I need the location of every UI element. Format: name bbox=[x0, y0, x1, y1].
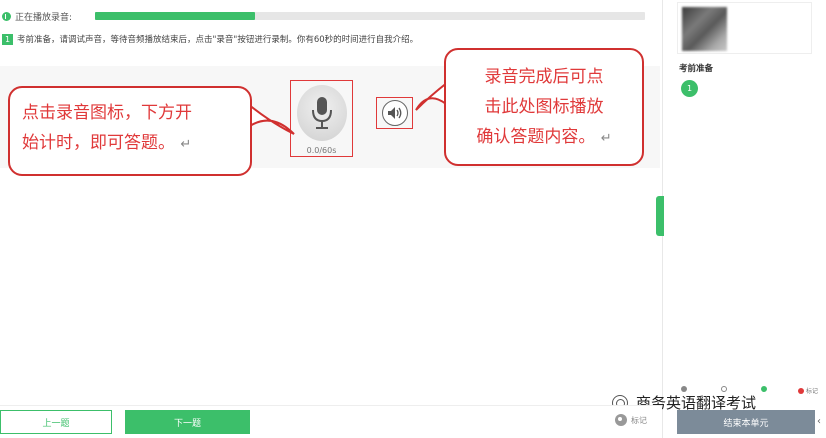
end-unit-button[interactable]: 结束本单元 bbox=[677, 410, 815, 434]
previous-question-button[interactable]: 上一题 bbox=[0, 410, 112, 434]
playback-status: 正在播放录音: bbox=[0, 9, 72, 23]
avatar bbox=[682, 7, 727, 51]
playback-progress-fill bbox=[95, 12, 255, 20]
callout-left-line2: 始计时，即可答题。 bbox=[22, 133, 175, 153]
recording-timer: 0.0/60s bbox=[306, 146, 337, 155]
callout-right-tail bbox=[415, 81, 448, 111]
play-status-icon bbox=[2, 11, 11, 21]
question-instruction: 1 考前准备，请调试声音，等待音频播放结束后，点击"录音"按钮进行录制。你有60… bbox=[2, 33, 418, 45]
playback-progress-bar bbox=[95, 12, 645, 20]
microphone-icon[interactable] bbox=[297, 85, 347, 141]
callout-left-tail bbox=[248, 103, 295, 135]
playback-hint-callout: 录音完成后可点 击此处图标播放 确认答题内容。 ↵ bbox=[444, 48, 644, 166]
mark-label: 标记 bbox=[631, 415, 647, 425]
instruction-text: 考前准备，请调试声音，等待音频播放结束后，点击"录音"按钮进行录制。你有60秒的… bbox=[17, 35, 419, 45]
panel-toggle-handle[interactable] bbox=[656, 196, 664, 236]
callout-right-line2: 击此处图标播放 bbox=[484, 97, 604, 117]
record-button[interactable]: 0.0/60s bbox=[290, 80, 353, 157]
legend-dot-icon bbox=[798, 387, 804, 394]
callout-left-line1: 点击录音图标，下方开 bbox=[22, 103, 192, 123]
section-title: 考前准备 bbox=[679, 64, 714, 74]
legend-marked: 标记 bbox=[798, 386, 818, 395]
return-mark: ↵ bbox=[600, 131, 612, 146]
callout-right-line1: 录音完成后可点 bbox=[484, 67, 604, 87]
collapse-icon[interactable]: ‹ bbox=[817, 416, 821, 427]
mark-button[interactable]: 标记 bbox=[615, 414, 647, 426]
question-nav-item-1[interactable]: 1 bbox=[681, 80, 698, 97]
playback-button[interactable] bbox=[376, 97, 413, 129]
speaker-icon[interactable] bbox=[381, 100, 408, 126]
legend-dot-icon bbox=[761, 386, 767, 392]
playback-status-label: 正在播放录音: bbox=[15, 12, 73, 23]
legend-marked-label: 标记 bbox=[806, 388, 819, 395]
next-question-button[interactable]: 下一题 bbox=[125, 410, 250, 434]
return-mark: ↵ bbox=[180, 137, 192, 152]
question-number-badge: 1 bbox=[2, 33, 13, 45]
record-hint-callout: 点击录音图标，下方开 始计时，即可答题。 ↵ bbox=[8, 86, 252, 176]
callout-right-line3: 确认答题内容。 bbox=[476, 127, 596, 147]
candidate-card bbox=[677, 2, 812, 54]
legend-current bbox=[761, 386, 769, 392]
mark-icon bbox=[615, 414, 627, 426]
